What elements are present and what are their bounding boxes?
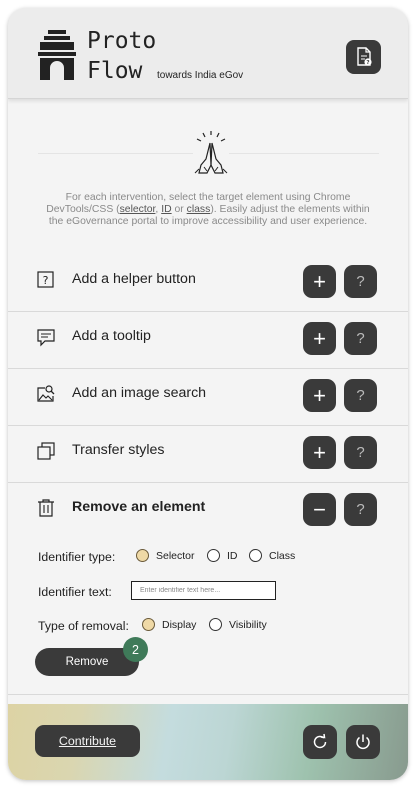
footer: Contribute bbox=[8, 704, 408, 780]
tooltip-info-button[interactable]: ? bbox=[344, 322, 377, 355]
question-box-icon: ? bbox=[37, 271, 54, 288]
namaste-hands-icon bbox=[194, 131, 228, 174]
add-helper-button-button[interactable]: + bbox=[303, 265, 336, 298]
intervention-label: Remove an element bbox=[72, 499, 206, 515]
removal-type-display-radio[interactable] bbox=[142, 618, 155, 631]
intervention-label: Add an image search bbox=[72, 385, 207, 401]
add-image-search-button[interactable]: + bbox=[303, 379, 336, 412]
identifier-type-class-radio[interactable] bbox=[249, 549, 262, 562]
protoflow-panel: Proto Flow towards India eGov ? For each… bbox=[8, 8, 408, 780]
reset-icon bbox=[313, 733, 327, 749]
selector-link[interactable]: selector bbox=[120, 204, 156, 215]
svg-text:?: ? bbox=[43, 274, 49, 287]
add-tooltip-button[interactable]: + bbox=[303, 322, 336, 355]
image-search-icon bbox=[37, 385, 55, 402]
divider-right bbox=[229, 153, 379, 154]
add-transfer-styles-button[interactable]: + bbox=[303, 436, 336, 469]
removal-type-visibility-radio[interactable] bbox=[209, 618, 222, 631]
copy-icon bbox=[37, 442, 55, 460]
identifier-type-selector-radio[interactable] bbox=[136, 549, 149, 562]
identifier-type-option-label: Class bbox=[269, 550, 296, 562]
count-badge: 2 bbox=[123, 637, 148, 662]
remove-element-info-button[interactable]: ? bbox=[344, 493, 377, 526]
removal-type-label: Type of removal: bbox=[38, 619, 129, 633]
tooltip-icon bbox=[37, 329, 55, 347]
class-link[interactable]: class bbox=[187, 204, 211, 215]
divider-left bbox=[38, 153, 193, 154]
intro-description: For each intervention, select the target… bbox=[38, 192, 378, 228]
app-tagline: towards India eGov bbox=[157, 70, 244, 81]
trash-icon bbox=[38, 499, 54, 517]
intervention-label: Transfer styles bbox=[72, 442, 165, 458]
help-document-button[interactable]: ? bbox=[346, 40, 381, 74]
intervention-row-tooltip: Add a tooltip + ? bbox=[8, 312, 408, 369]
intervention-row-transfer-styles: Transfer styles + ? bbox=[8, 426, 408, 483]
removal-type-option-label: Display bbox=[162, 619, 197, 631]
identifier-type-option-label: ID bbox=[227, 550, 238, 562]
india-gate-icon bbox=[38, 30, 76, 80]
helper-button-info-button[interactable]: ? bbox=[344, 265, 377, 298]
app-title-line2: Flow bbox=[87, 58, 143, 84]
identifier-type-option-label: Selector bbox=[156, 550, 195, 562]
document-help-icon: ? bbox=[356, 47, 372, 66]
app-title-line1: Proto bbox=[87, 28, 157, 54]
intervention-row-image-search: Add an image search + ? bbox=[8, 369, 408, 426]
transfer-styles-info-button[interactable]: ? bbox=[344, 436, 377, 469]
identifier-type-id-radio[interactable] bbox=[207, 549, 220, 562]
intervention-label: Add a helper button bbox=[72, 271, 196, 287]
power-button[interactable] bbox=[346, 725, 380, 759]
image-search-info-button[interactable]: ? bbox=[344, 379, 377, 412]
reset-button[interactable] bbox=[303, 725, 337, 759]
intervention-row-helper-button: ? Add a helper button + ? bbox=[8, 255, 408, 312]
id-link[interactable]: ID bbox=[161, 204, 171, 215]
identifier-text-label: Identifier text: bbox=[38, 585, 112, 599]
removal-type-option-label: Visibility bbox=[229, 619, 267, 631]
header: Proto Flow towards India eGov ? bbox=[8, 8, 408, 99]
contribute-button[interactable]: Contribute bbox=[35, 725, 140, 757]
identifier-type-label: Identifier type: bbox=[38, 550, 116, 564]
collapse-remove-element-button[interactable]: − bbox=[303, 493, 336, 526]
identifier-text-input[interactable] bbox=[131, 581, 276, 600]
intervention-label: Add a tooltip bbox=[72, 328, 151, 344]
desc-sep: or bbox=[171, 204, 187, 215]
power-icon bbox=[356, 734, 370, 750]
svg-text:?: ? bbox=[366, 60, 369, 66]
